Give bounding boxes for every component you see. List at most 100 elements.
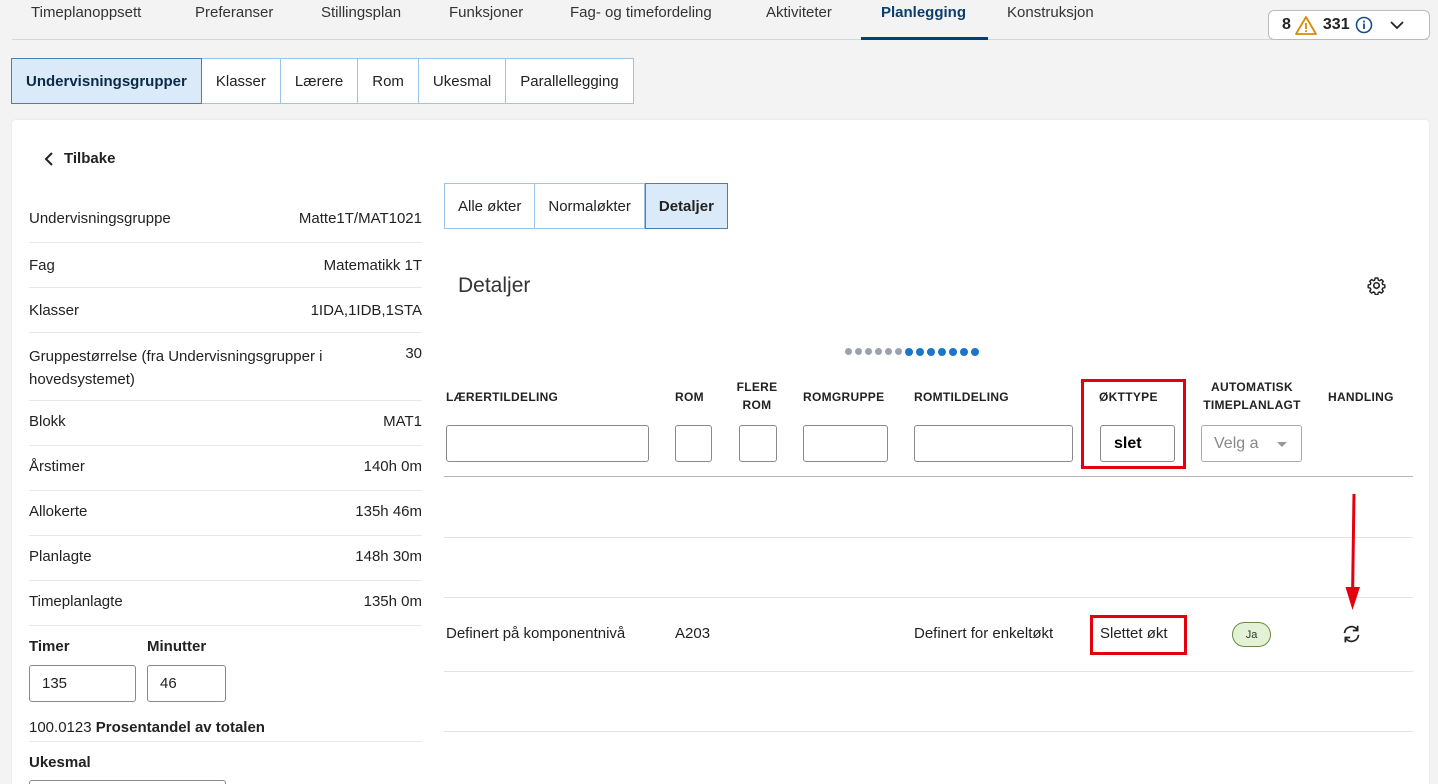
info-label: Fag bbox=[29, 257, 55, 274]
info-value: 135h 0m bbox=[363, 593, 422, 610]
column-header-text: AUTOMATISK bbox=[1211, 380, 1293, 394]
info-value: 135h 46m bbox=[355, 503, 422, 520]
info-row: Planlagte 148h 30m bbox=[29, 536, 422, 581]
column-header-laerertildeling[interactable]: LÆRERTILDELING bbox=[446, 388, 558, 406]
pagination-dot[interactable] bbox=[949, 348, 957, 356]
warning-icon bbox=[1295, 15, 1317, 35]
info-row: Gruppestørrelse (fra Undervisningsgruppe… bbox=[29, 333, 422, 401]
tab-ukesmal[interactable]: Ukesmal bbox=[418, 58, 507, 104]
tab-aktiviteter[interactable]: Aktiviteter bbox=[766, 4, 832, 21]
info-row: Undervisningsgruppe Matte1T/MAT1021 bbox=[29, 198, 422, 243]
warning-count: 8 bbox=[1282, 16, 1291, 33]
pagination-dot[interactable] bbox=[865, 348, 872, 355]
gear-icon[interactable] bbox=[1367, 276, 1386, 299]
tab-parallellegging[interactable]: Parallellegging bbox=[506, 58, 634, 104]
timer-input[interactable] bbox=[29, 665, 136, 702]
tab-alle-okter[interactable]: Alle økter bbox=[444, 183, 536, 229]
pagination-dot[interactable] bbox=[895, 348, 902, 355]
tab-detaljer[interactable]: Detaljer bbox=[644, 183, 728, 229]
info-label: Planlagte bbox=[29, 548, 92, 565]
pagination-dot[interactable] bbox=[905, 348, 913, 356]
pagination-dot[interactable] bbox=[938, 348, 946, 356]
row-divider bbox=[444, 597, 1413, 598]
tab-laerere[interactable]: Lærere bbox=[280, 58, 359, 104]
refresh-icon[interactable] bbox=[1341, 624, 1362, 648]
column-header-flere-rom[interactable]: FLERE ROM bbox=[736, 378, 778, 414]
rom-filter[interactable] bbox=[675, 425, 712, 462]
column-header-text: ROM bbox=[742, 398, 772, 412]
active-tab-underline bbox=[861, 37, 988, 40]
column-header-rom[interactable]: ROM bbox=[675, 388, 704, 406]
laerertildeling-cell: Definert på komponentnivå bbox=[446, 625, 626, 642]
tab-normalokter[interactable]: Normaløkter bbox=[535, 183, 645, 229]
ukesmal-label: Ukesmal bbox=[29, 754, 91, 771]
section-title: Detaljer bbox=[458, 274, 531, 297]
pagination-dot[interactable] bbox=[927, 348, 935, 356]
percentage-value: 100.0123 bbox=[29, 719, 92, 736]
tab-konstruksjon[interactable]: Konstruksjon bbox=[1007, 4, 1094, 21]
column-header-romgruppe[interactable]: ROMGRUPPE bbox=[803, 388, 884, 406]
chevron-down-icon bbox=[1389, 20, 1405, 30]
okttype-filter-highlight bbox=[1081, 379, 1186, 469]
info-row: Fag Matematikk 1T bbox=[29, 243, 422, 288]
info-icon bbox=[1355, 16, 1373, 34]
session-tabs: Alle økter Normaløkter Detaljer bbox=[444, 183, 728, 229]
column-header-handling: HANDLING bbox=[1328, 390, 1394, 404]
pagination-dot[interactable] bbox=[916, 348, 924, 356]
pagination-dot[interactable] bbox=[845, 348, 852, 355]
minutter-label: Minutter bbox=[147, 638, 207, 655]
row-divider bbox=[444, 671, 1413, 672]
chevron-left-icon bbox=[44, 151, 53, 166]
info-value: 1IDA,1IDB,1STA bbox=[310, 302, 422, 319]
romgruppe-filter[interactable] bbox=[803, 425, 888, 462]
info-label: Årstimer bbox=[29, 458, 85, 475]
tab-klasser[interactable]: Klasser bbox=[201, 58, 281, 104]
tab-timeplanoppsett[interactable]: Timeplanoppsett bbox=[31, 4, 141, 21]
romtildeling-filter[interactable] bbox=[914, 425, 1073, 462]
info-count: 331 bbox=[1322, 16, 1350, 33]
info-label: Gruppestørrelse (fra Undervisningsgruppe… bbox=[29, 348, 323, 388]
timer-label: Timer bbox=[29, 638, 70, 655]
ukesmal-select[interactable] bbox=[29, 780, 226, 784]
top-navigation: Timeplanoppsett Preferanser Stillingspla… bbox=[12, 0, 1428, 40]
tab-planlegging[interactable]: Planlegging bbox=[881, 4, 966, 21]
tab-stillingsplan[interactable]: Stillingsplan bbox=[321, 4, 401, 21]
tab-preferanser[interactable]: Preferanser bbox=[195, 4, 273, 21]
automatisk-timeplanlagt-select[interactable]: Velg a bbox=[1201, 425, 1302, 462]
info-label: Blokk bbox=[29, 413, 66, 430]
percentage-label: Prosentandel av totalen bbox=[95, 719, 265, 736]
pagination-dot[interactable] bbox=[855, 348, 862, 355]
pagination-dot[interactable] bbox=[885, 348, 892, 355]
back-button[interactable]: Tilbake bbox=[44, 150, 115, 167]
column-header-text: TIMEPLANLAGT bbox=[1203, 398, 1301, 412]
minutter-input[interactable] bbox=[147, 665, 226, 702]
tab-fag-og-timefordeling[interactable]: Fag- og timefordeling bbox=[570, 4, 712, 21]
flere-rom-filter[interactable] bbox=[739, 425, 777, 462]
info-value: 30 bbox=[405, 345, 422, 362]
pagination-dot[interactable] bbox=[875, 348, 882, 355]
back-label: Tilbake bbox=[64, 150, 116, 167]
info-row: Allokerte 135h 46m bbox=[29, 491, 422, 536]
column-header-automatisk-timeplanlagt[interactable]: AUTOMATISK TIMEPLANLAGT bbox=[1196, 378, 1308, 414]
info-value: Matematikk 1T bbox=[323, 257, 422, 274]
laerertildeling-filter[interactable] bbox=[446, 425, 649, 462]
info-value: MAT1 bbox=[383, 413, 422, 430]
tab-rom[interactable]: Rom bbox=[358, 58, 419, 104]
red-arrow-icon bbox=[1345, 494, 1360, 610]
info-row: Timeplanlagte 135h 0m bbox=[29, 581, 422, 626]
tab-funksjoner[interactable]: Funksjoner bbox=[449, 4, 523, 21]
column-header-romtildeling[interactable]: ROMTILDELING bbox=[914, 388, 1009, 406]
percentage-text: 100.0123 Prosentandel av totalen bbox=[29, 719, 265, 736]
info-row: Årstimer 140h 0m bbox=[29, 446, 422, 491]
alerts-dropdown[interactable]: 8 331 bbox=[1268, 10, 1430, 40]
tab-undervisningsgrupper[interactable]: Undervisningsgrupper bbox=[11, 58, 202, 104]
divider bbox=[29, 741, 422, 742]
header-divider bbox=[444, 476, 1413, 477]
info-label: Allokerte bbox=[29, 503, 88, 520]
info-value: Matte1T/MAT1021 bbox=[298, 210, 422, 227]
pagination-dot[interactable] bbox=[960, 348, 968, 356]
sub-tabs: Undervisningsgrupper Klasser Lærere Rom … bbox=[11, 58, 634, 104]
info-value: 140h 0m bbox=[363, 458, 422, 475]
pagination-dot[interactable] bbox=[971, 348, 979, 356]
caret-down-icon bbox=[1277, 442, 1287, 447]
